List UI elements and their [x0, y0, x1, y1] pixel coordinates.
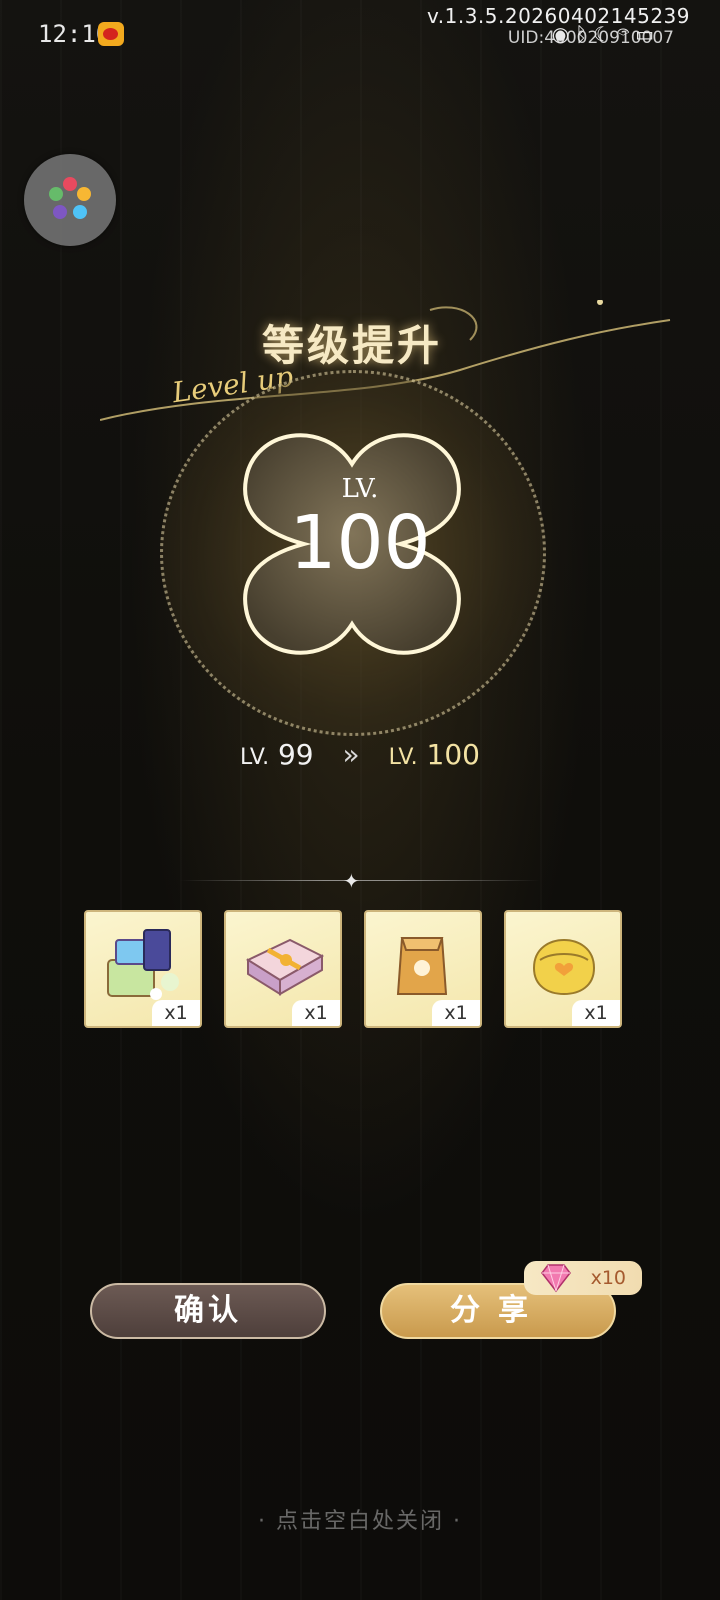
close-hint[interactable]: · 点击空白处关闭 ·: [0, 1503, 720, 1535]
share-bonus-badge: x10: [524, 1261, 642, 1295]
reward-qty: x1: [432, 1000, 480, 1026]
from-level: 99: [277, 738, 314, 771]
reward-item[interactable]: x1: [364, 910, 482, 1028]
from-level-prefix: LV.: [240, 745, 270, 770]
paper-bag-icon: [396, 937, 448, 995]
flower-icon: [49, 177, 91, 219]
divider: [180, 880, 540, 881]
reward-qty: x1: [572, 1000, 620, 1026]
battery-icon: ▭: [635, 22, 660, 46]
gift-box-icon: [245, 938, 325, 996]
moon-icon: ☾: [593, 22, 618, 46]
reward-item[interactable]: x1: [504, 910, 622, 1028]
level-change-row: LV. 99 » LV. 100: [0, 738, 720, 771]
to-level: 100: [426, 738, 480, 771]
reward-list: x1 x1 x1 x1: [84, 910, 644, 1030]
gift-pack-icon: [107, 929, 179, 1000]
system-icons: ◉ᛒ☾⌔▭: [552, 22, 660, 46]
reward-item[interactable]: x1: [224, 910, 342, 1028]
coin-purse-icon: [532, 938, 596, 996]
sparkle-icon: ✦: [343, 869, 360, 893]
double-arrow-icon: »: [342, 738, 360, 771]
background-texture: [0, 0, 720, 1600]
pink-diamond-icon: [541, 1264, 571, 1293]
reward-qty: x1: [152, 1000, 200, 1026]
eye-icon: ◉: [551, 22, 576, 46]
level-number: 100: [289, 500, 431, 586]
confirm-button[interactable]: 确认: [90, 1283, 326, 1339]
status-bar: 12:10 v.1.3.5.20260402145239 UID:4000209…: [0, 0, 720, 70]
weibo-notification-icon: [98, 22, 124, 46]
to-level-prefix: LV.: [388, 745, 418, 770]
reward-item[interactable]: x1: [84, 910, 202, 1028]
bluetooth-icon: ᛒ: [575, 22, 594, 46]
share-bonus-qty: x10: [590, 1267, 626, 1289]
floating-assistant-button[interactable]: [24, 154, 116, 246]
reward-qty: x1: [292, 1000, 340, 1026]
wifi-icon: ⌔: [617, 22, 636, 46]
